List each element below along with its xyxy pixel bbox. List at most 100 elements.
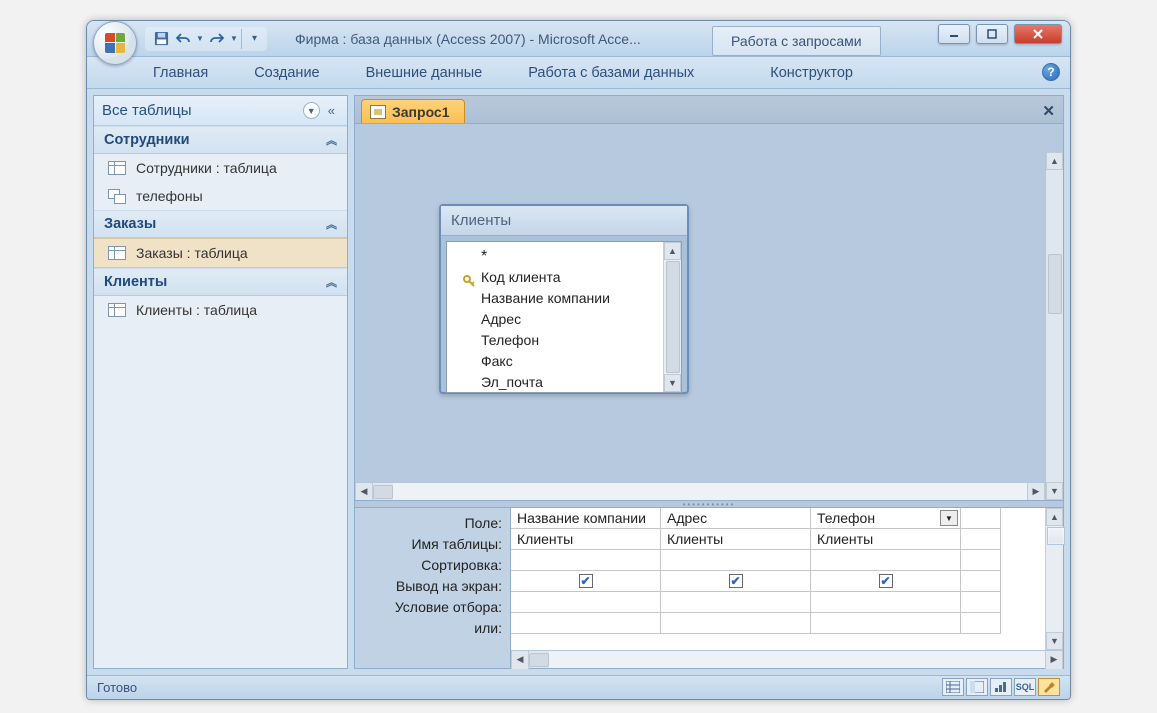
scroll-down-icon[interactable]: ▼ <box>1046 482 1063 500</box>
query-grid[interactable]: Название компании Адрес Телефон ▼ Клиент… <box>511 508 1045 650</box>
scroll-thumb[interactable] <box>666 261 680 373</box>
grid-cell-criteria-1[interactable] <box>511 592 661 613</box>
grid-cell-show-4[interactable] <box>961 571 1001 592</box>
nav-item-orders-table[interactable]: Заказы : таблица <box>94 238 347 268</box>
grid-hscrollbar[interactable]: ◀ ▶ <box>511 650 1063 668</box>
nav-group-employees[interactable]: Сотрудники ︽ <box>94 126 347 154</box>
grid-cell-table-3[interactable]: Клиенты <box>811 529 961 550</box>
grid-cell-or-2[interactable] <box>661 613 811 634</box>
ribbon-tab-datatools[interactable]: Работа с базами данных <box>522 61 700 85</box>
sql-view-icon[interactable]: SQL <box>1014 678 1036 696</box>
nav-collapse-icon[interactable]: « <box>324 103 339 118</box>
checkbox-icon[interactable]: ✔ <box>729 574 743 588</box>
fieldlist-title[interactable]: Клиенты <box>441 206 687 236</box>
close-button[interactable] <box>1014 24 1062 44</box>
field-item-phone[interactable]: Телефон <box>453 330 663 351</box>
grid-cell-sort-4[interactable] <box>961 550 1001 571</box>
scroll-right-icon[interactable]: ▶ <box>1045 651 1063 669</box>
grid-cell-field-4[interactable] <box>961 508 1001 529</box>
ribbon-tab-design[interactable]: Конструктор <box>764 61 859 85</box>
grid-cell-field-1[interactable]: Название компании <box>511 508 661 529</box>
scroll-up-icon[interactable]: ▲ <box>1046 152 1063 170</box>
nav-group-orders[interactable]: Заказы ︽ <box>94 210 347 238</box>
document-tab-query1[interactable]: Запрос1 <box>361 99 465 123</box>
grid-cell-show-3[interactable]: ✔ <box>811 571 961 592</box>
undo-icon[interactable] <box>173 29 193 49</box>
grid-cell-table-1[interactable]: Клиенты <box>511 529 661 550</box>
pivottable-view-icon[interactable] <box>966 678 988 696</box>
checkbox-icon[interactable]: ✔ <box>879 574 893 588</box>
tab-close-icon[interactable]: ✕ <box>1042 102 1055 120</box>
field-item-company[interactable]: Название компании <box>453 288 663 309</box>
scroll-left-icon[interactable]: ◀ <box>511 651 529 669</box>
scroll-down-icon[interactable]: ▼ <box>664 374 681 392</box>
grid-cell-criteria-3[interactable] <box>811 592 961 613</box>
field-item-email[interactable]: Эл_почта <box>453 372 663 392</box>
document-tab-label: Запрос1 <box>392 104 450 120</box>
minimize-button[interactable] <box>938 24 970 44</box>
checkbox-icon[interactable]: ✔ <box>579 574 593 588</box>
nav-filter-dropdown-icon[interactable]: ▼ <box>303 102 320 119</box>
scroll-thumb[interactable] <box>529 653 549 667</box>
dropdown-icon[interactable]: ▼ <box>940 510 958 526</box>
grid-cell-or-3[interactable] <box>811 613 961 634</box>
grid-cell-field-2[interactable]: Адрес <box>661 508 811 529</box>
grid-selectall-box[interactable] <box>1047 527 1065 545</box>
field-item-address[interactable]: Адрес <box>453 309 663 330</box>
maximize-button[interactable] <box>976 24 1008 44</box>
grid-label-sort: Сортировка: <box>361 554 502 575</box>
grid-cell-sort-3[interactable] <box>811 550 961 571</box>
ribbon-tab-home[interactable]: Главная <box>147 61 214 85</box>
nav-group-label: Сотрудники <box>104 132 190 148</box>
grid-cell-table-4[interactable] <box>961 529 1001 550</box>
undo-dropdown-icon[interactable]: ▼ <box>195 29 205 49</box>
scroll-track[interactable] <box>393 483 1027 500</box>
grid-cell-criteria-4[interactable] <box>961 592 1001 613</box>
nav-item-phones-query[interactable]: телефоны <box>94 182 347 210</box>
grid-cell-or-4[interactable] <box>961 613 1001 634</box>
grid-label-field: Поле: <box>361 512 502 533</box>
app-window: ▼ ▼ ▾ Фирма : база данных (Access 2007) … <box>86 20 1071 700</box>
scroll-up-icon[interactable]: ▲ <box>1046 508 1063 526</box>
grid-cell-show-2[interactable]: ✔ <box>661 571 811 592</box>
help-icon[interactable]: ? <box>1042 63 1060 81</box>
datasheet-view-icon[interactable] <box>942 678 964 696</box>
scroll-right-icon[interactable]: ▶ <box>1027 483 1045 501</box>
pane-splitter[interactable] <box>355 500 1063 508</box>
field-item-fax[interactable]: Факс <box>453 351 663 372</box>
nav-item-clients-table[interactable]: Клиенты : таблица <box>94 296 347 324</box>
field-item-id[interactable]: Код клиента <box>453 267 663 288</box>
design-view-icon[interactable] <box>1038 678 1060 696</box>
scroll-down-icon[interactable]: ▼ <box>1046 632 1063 650</box>
grid-cell-sort-1[interactable] <box>511 550 661 571</box>
grid-cell-or-1[interactable] <box>511 613 661 634</box>
fieldlist-scrollbar[interactable]: ▲ ▼ <box>663 242 681 392</box>
scroll-thumb[interactable] <box>373 485 393 499</box>
ribbon-tab-external[interactable]: Внешние данные <box>360 61 489 85</box>
grid-vscrollbar[interactable]: ▲ ▼ <box>1045 508 1063 650</box>
qat-customize-icon[interactable]: ▾ <box>241 29 261 49</box>
scroll-up-icon[interactable]: ▲ <box>664 242 681 260</box>
scroll-track[interactable] <box>549 651 1045 668</box>
nav-group-clients[interactable]: Клиенты ︽ <box>94 268 347 296</box>
scroll-thumb[interactable] <box>1048 254 1062 314</box>
nav-item-employees-table[interactable]: Сотрудники : таблица <box>94 154 347 182</box>
pivotchart-view-icon[interactable] <box>990 678 1012 696</box>
query-design-pane[interactable]: ▲ ▼ Клиенты * <box>355 124 1063 500</box>
scroll-left-icon[interactable]: ◀ <box>355 483 373 501</box>
ribbon-tab-create[interactable]: Создание <box>248 61 325 85</box>
grid-cell-criteria-2[interactable] <box>661 592 811 613</box>
redo-icon[interactable] <box>207 29 227 49</box>
field-item-all[interactable]: * <box>453 246 663 267</box>
nav-pane-header[interactable]: Все таблицы ▼ « <box>94 96 347 126</box>
redo-dropdown-icon[interactable]: ▼ <box>229 29 239 49</box>
grid-cell-sort-2[interactable] <box>661 550 811 571</box>
save-icon[interactable] <box>151 29 171 49</box>
design-hscrollbar[interactable]: ◀ ▶ <box>355 482 1045 500</box>
table-fieldlist-clients[interactable]: Клиенты * Код клиента <box>439 204 689 394</box>
office-button[interactable] <box>93 21 137 65</box>
design-vscrollbar[interactable]: ▲ ▼ <box>1045 152 1063 500</box>
grid-cell-field-3[interactable]: Телефон ▼ <box>811 508 961 529</box>
grid-cell-table-2[interactable]: Клиенты <box>661 529 811 550</box>
grid-cell-show-1[interactable]: ✔ <box>511 571 661 592</box>
